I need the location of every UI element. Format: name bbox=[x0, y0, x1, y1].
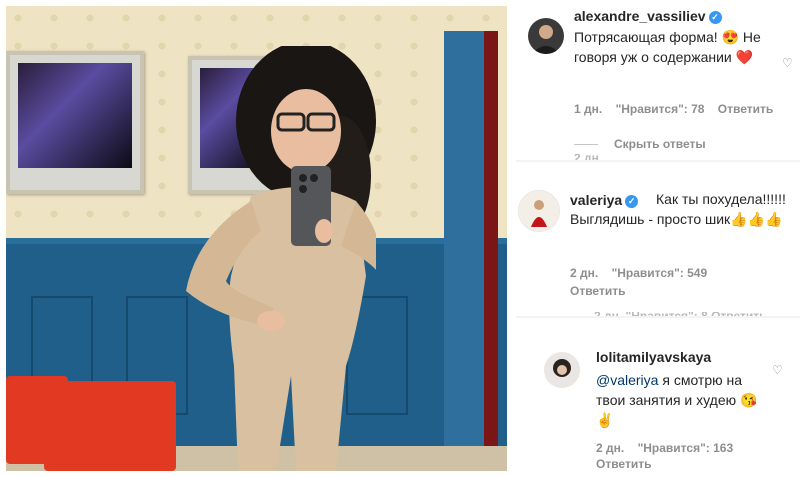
avatar-valeriya[interactable] bbox=[518, 190, 560, 232]
mention-link[interactable]: @valeriya bbox=[596, 372, 658, 388]
avatar-alexandre-vassiliev[interactable] bbox=[528, 18, 564, 54]
comment-text-1: Потрясающая форма! 😍 Не говоря уж о соде… bbox=[574, 29, 761, 65]
door-frame bbox=[444, 31, 498, 471]
comment-username-1[interactable]: alexandre_vassiliev ✓ bbox=[574, 8, 722, 24]
comment-time: 2 дн. bbox=[596, 441, 625, 455]
reply-button[interactable]: Ответить bbox=[596, 457, 651, 471]
reply-button[interactable]: Ответить bbox=[718, 102, 773, 116]
comment-meta-3: 2 дн. "Нравится": 163 bbox=[596, 441, 743, 455]
post-photo bbox=[6, 6, 507, 471]
heart-outline-icon[interactable]: ♡ bbox=[772, 363, 783, 377]
avatar-lolitamilyavskaya[interactable] bbox=[544, 352, 580, 388]
comment-text-3: @valeriya я смотрю на твои занятия и худ… bbox=[596, 372, 758, 428]
likes-count-button[interactable]: "Нравится": 163 bbox=[638, 441, 734, 455]
verified-badge-icon: ✓ bbox=[708, 11, 722, 24]
comment-card-3: lolitamilyavskaya @valeriya я смотрю на … bbox=[516, 317, 800, 477]
reply-button[interactable]: Ответить bbox=[570, 284, 625, 298]
comment-card-1: alexandre_vassiliev ✓ Потрясающая форма! … bbox=[516, 0, 800, 162]
comment-time: 1 дн. bbox=[574, 102, 603, 116]
likes-count-button[interactable]: "Нравится": 78 bbox=[616, 102, 705, 116]
likes-count-button[interactable]: "Нравится": 549 bbox=[612, 266, 708, 280]
comment-text-2: Как ты похудела!!!!!! Выглядишь - просто… bbox=[570, 191, 786, 227]
hide-replies-button[interactable]: Скрыть ответы bbox=[574, 137, 706, 151]
comment-meta-1: 1 дн. "Нравится": 78 Ответить bbox=[574, 102, 783, 116]
comment-time: 2 дн. bbox=[570, 266, 599, 280]
heart-outline-icon[interactable]: ♡ bbox=[782, 56, 793, 70]
comment-card-2: valeriya ✓ Как ты похудела!!!!!! Выглядиш… bbox=[516, 162, 800, 320]
person-figure bbox=[156, 41, 382, 471]
comment-username-3[interactable]: lolitamilyavskaya bbox=[596, 349, 711, 365]
comment-meta-2: 2 дн. "Нравится": 549 bbox=[570, 266, 717, 280]
framed-picture-left bbox=[6, 51, 144, 194]
